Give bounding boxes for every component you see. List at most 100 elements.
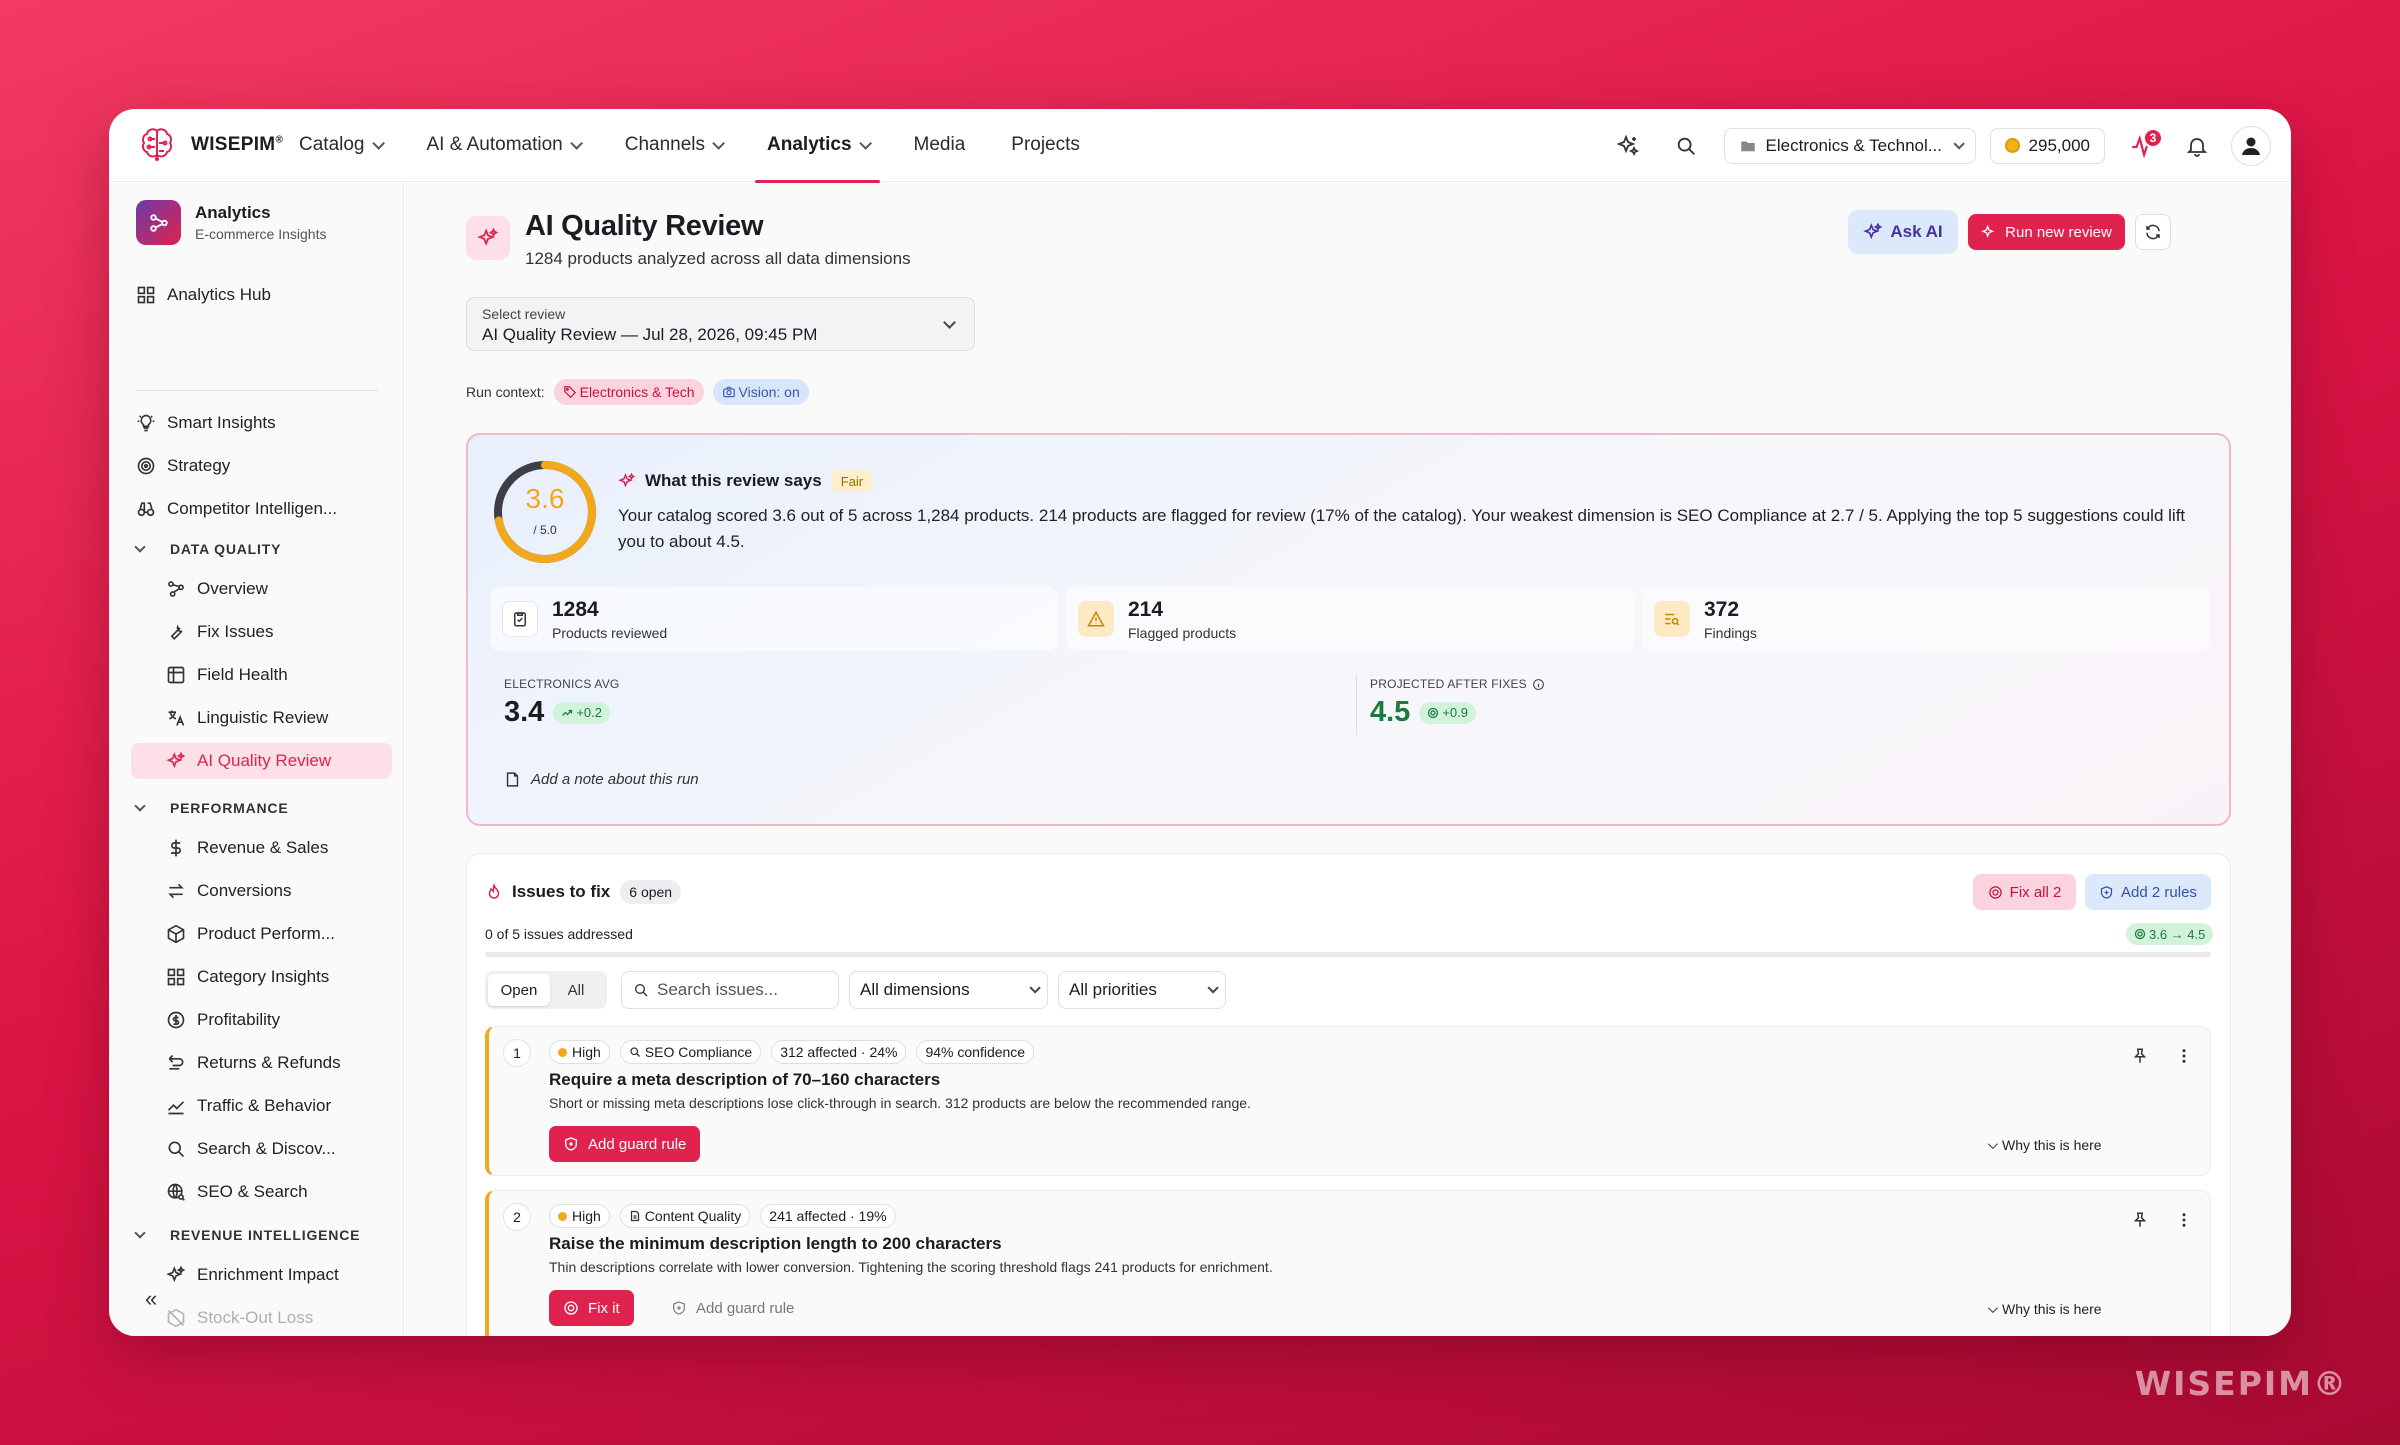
notifications-button[interactable]: [2177, 126, 2217, 166]
sidebar-item-competitor-intelligence[interactable]: Competitor Intelligen...: [136, 491, 394, 527]
section-data-quality[interactable]: DATA QUALITY: [134, 541, 281, 557]
search-button[interactable]: [1666, 126, 1706, 166]
credits-balance[interactable]: 295,000: [1989, 127, 2105, 164]
issue-number: 1: [503, 1039, 531, 1067]
analytics-logo-icon: [136, 200, 181, 245]
run-context-category-tag[interactable]: Electronics & Tech: [553, 379, 704, 405]
ai-sparkle-button[interactable]: [1608, 126, 1648, 166]
sidebar-item-seo-search[interactable]: SEO & Search: [166, 1174, 396, 1210]
nav-catalog[interactable]: Catalog: [287, 109, 393, 182]
shield-plus-icon: [673, 1301, 685, 1315]
priority-select[interactable]: All priorities: [1058, 971, 1226, 1009]
box-icon: [167, 924, 185, 944]
filter-open-tab[interactable]: Open: [488, 974, 550, 1006]
add-guard-rule-button[interactable]: Add guard rule: [549, 1126, 701, 1162]
nav-projects[interactable]: Projects: [999, 109, 1092, 182]
chevron-down-icon: [1953, 137, 1965, 150]
run-context: Run context: Electronics & Tech Vision: …: [466, 379, 809, 405]
activity-button[interactable]: 3: [2123, 126, 2163, 166]
summary-heading: What this review says Fair: [618, 470, 873, 492]
sidebar-item-category-insights[interactable]: Category Insights: [166, 959, 396, 995]
arrows-swap-icon: [168, 883, 184, 899]
refresh-button[interactable]: [2135, 214, 2171, 250]
info-icon[interactable]: [1532, 678, 1545, 691]
more-vertical-icon[interactable]: [2175, 1047, 2193, 1065]
nav-channels[interactable]: Channels: [613, 109, 733, 182]
sidebar-item-traffic-behavior[interactable]: Traffic & Behavior: [166, 1088, 396, 1124]
dimension-select[interactable]: All dimensions: [849, 971, 1048, 1009]
more-vertical-icon[interactable]: [2175, 1211, 2193, 1229]
brand[interactable]: WISEPIM®: [137, 125, 287, 165]
add-rules-button[interactable]: Add 2 rules: [2085, 874, 2211, 910]
section-revenue-intelligence[interactable]: REVENUE INTELLIGENCE: [134, 1227, 360, 1243]
sidebar-item-linguistic-review[interactable]: Linguistic Review: [166, 700, 396, 736]
sidebar-item-ai-quality-review[interactable]: AI Quality Review: [131, 743, 392, 779]
fix-all-button[interactable]: Fix all 2: [1973, 874, 2076, 910]
issues-addressed-text: 0 of 5 issues addressed: [485, 926, 633, 942]
dimension-badge: Content Quality: [619, 1204, 751, 1228]
sidebar-item-analytics-hub[interactable]: Analytics Hub: [136, 277, 394, 313]
sidebar-item-overview[interactable]: Overview: [166, 571, 396, 607]
top-nav: WISEPIM® Catalog AI & Automation Channel…: [109, 109, 2291, 183]
coin-icon: [2004, 138, 2020, 153]
issue-item: 2 High Content Quality 241 affected · 19…: [485, 1190, 2211, 1336]
section-performance[interactable]: PERFORMANCE: [134, 800, 288, 816]
nav-media[interactable]: Media: [902, 109, 978, 182]
sidebar-item-product-performance[interactable]: Product Perform...: [166, 916, 396, 952]
workspace-select[interactable]: Electronics & Technol...: [1723, 127, 1976, 164]
issue-description: Thin descriptions correlate with lower c…: [549, 1259, 1273, 1275]
sidebar-item-enrichment-impact[interactable]: Enrichment Impact: [166, 1257, 396, 1293]
ask-ai-button[interactable]: Ask AI: [1848, 210, 1958, 254]
box-off-icon: [167, 1308, 185, 1328]
stat-products-reviewed: 1284 Products reviewed: [502, 590, 667, 648]
sidebar-item-smart-insights[interactable]: Smart Insights: [136, 405, 394, 441]
projected-delta: +0.9: [1419, 701, 1476, 724]
sidebar-item-fix-issues[interactable]: Fix Issues: [166, 614, 396, 650]
table-icon: [167, 666, 185, 684]
activity-badge: 3: [2143, 127, 2163, 148]
collapse-sidebar-button[interactable]: «: [145, 1286, 157, 1312]
filter-all-tab[interactable]: All: [550, 974, 602, 1006]
shield-plus-icon: [2100, 885, 2113, 899]
sidebar-item-conversions[interactable]: Conversions: [166, 873, 396, 909]
confidence-badge: 94% confidence: [916, 1040, 1035, 1064]
target-icon: [137, 457, 155, 475]
user-icon: [2242, 137, 2260, 155]
issues-search-input[interactable]: Search issues...: [621, 971, 839, 1009]
why-this-is-here-toggle[interactable]: Why this is here: [1987, 1137, 2102, 1153]
dollar-icon: [171, 839, 181, 857]
bell-icon: [2186, 137, 2208, 157]
add-note-button[interactable]: Add a note about this run: [504, 771, 699, 788]
dimension-badge: SEO Compliance: [619, 1040, 762, 1064]
sidebar-item-search-discovery[interactable]: Search & Discov...: [166, 1131, 396, 1167]
pin-icon[interactable]: [2131, 1211, 2149, 1229]
warning-icon: [1078, 601, 1114, 637]
review-select[interactable]: Select review AI Quality Review — Jul 28…: [466, 297, 975, 351]
sidebar-item-profitability[interactable]: Profitability: [166, 1002, 396, 1038]
document-icon: [630, 1210, 639, 1222]
trend-up-icon: [562, 709, 573, 716]
sidebar-item-field-health[interactable]: Field Health: [166, 657, 396, 693]
sidebar-item-returns-refunds[interactable]: Returns & Refunds: [166, 1045, 396, 1081]
sidebar-item-revenue-sales[interactable]: Revenue & Sales: [166, 830, 396, 866]
nav-analytics[interactable]: Analytics: [755, 109, 881, 183]
clipboard-icon: [502, 601, 538, 637]
page-title: AI Quality Review: [525, 210, 764, 242]
globe-search-icon: [167, 1183, 185, 1201]
binoculars-icon: [137, 502, 155, 517]
nav-ai-automation[interactable]: AI & Automation: [415, 109, 591, 182]
chevron-down-icon: [570, 136, 583, 150]
stat-flagged-products: 214 Flagged products: [1078, 590, 1236, 648]
run-context-vision-tag[interactable]: Vision: on: [712, 379, 809, 405]
add-guard-rule-button[interactable]: Add guard rule: [657, 1290, 808, 1326]
chevron-down-icon: [1987, 1302, 1998, 1313]
run-new-review-button[interactable]: Run new review: [1968, 214, 2125, 250]
issues-progress-bar: [485, 952, 2211, 957]
fix-it-button[interactable]: Fix it: [549, 1290, 634, 1326]
why-this-is-here-toggle[interactable]: Why this is here: [1987, 1301, 2102, 1317]
sidebar-item-stock-out-loss[interactable]: Stock-Out Loss: [166, 1300, 396, 1336]
user-avatar[interactable]: [2231, 125, 2271, 166]
pin-icon[interactable]: [2131, 1047, 2149, 1065]
sidebar-item-strategy[interactable]: Strategy: [136, 448, 394, 484]
score-max: / 5.0: [533, 523, 557, 537]
